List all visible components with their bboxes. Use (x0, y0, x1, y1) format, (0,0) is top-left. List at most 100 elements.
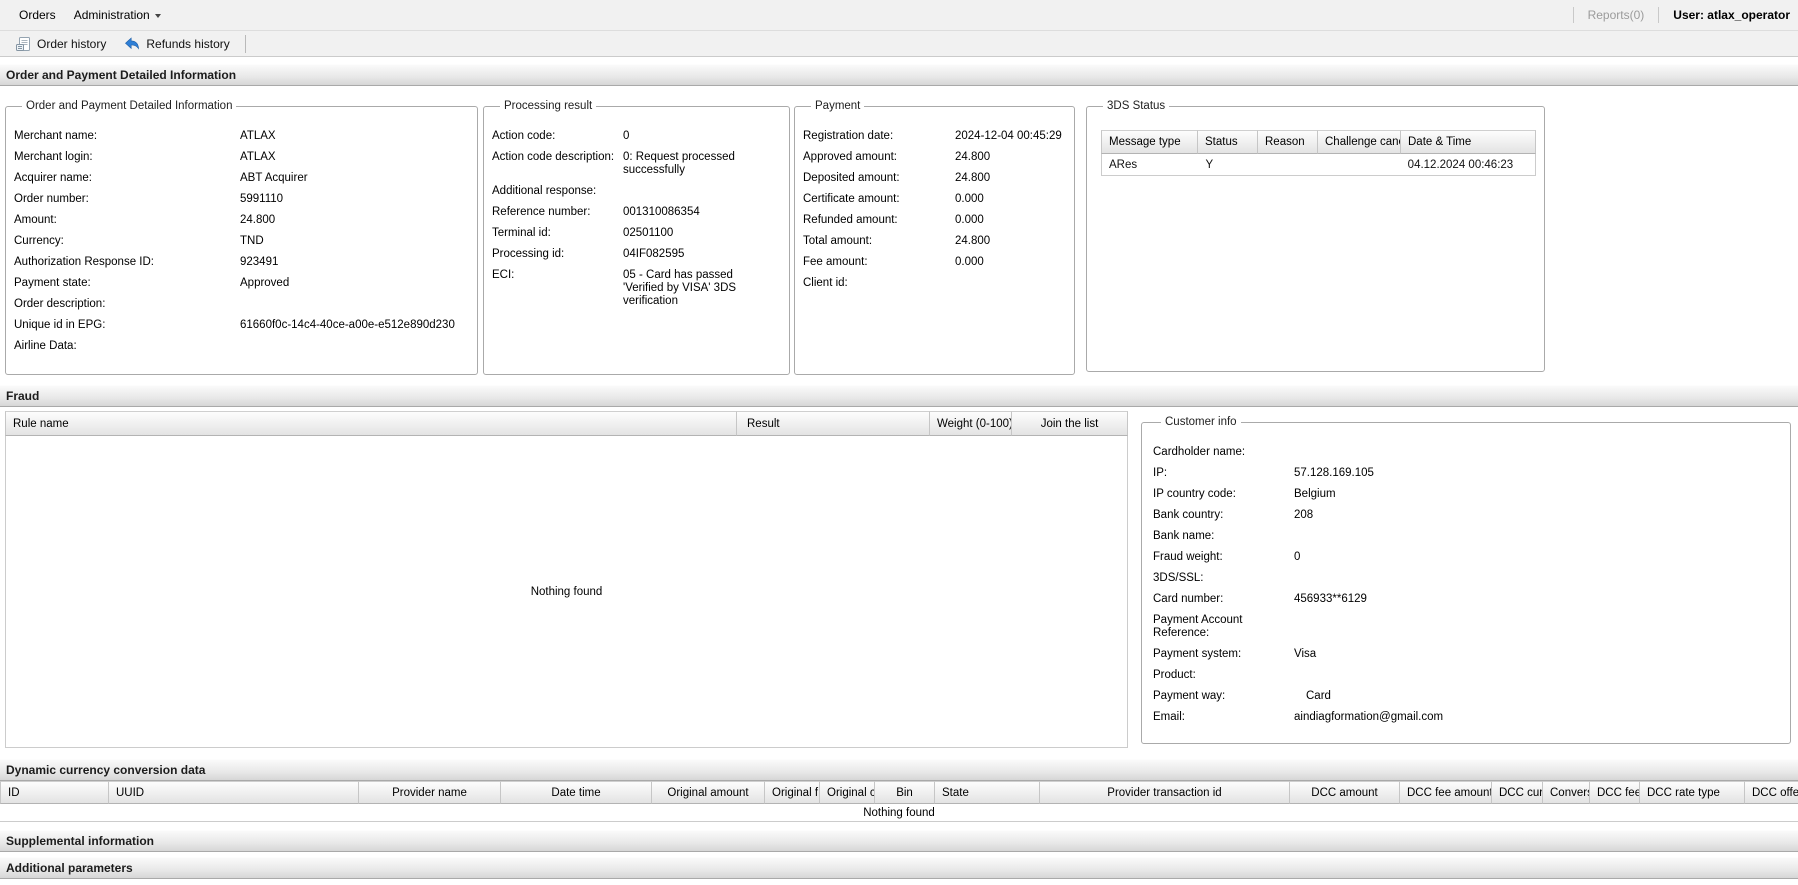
threeds-table-header: Message type Status Reason Challenge can… (1101, 130, 1536, 154)
field-row: Action code description:0: Request proce… (492, 151, 781, 177)
processing-id-value: 04IF082595 (623, 248, 684, 261)
section-header-order-payment: Order and Payment Detailed Information (0, 64, 1798, 86)
column-header: Weight (0-100) (930, 411, 1012, 436)
order-history-icon (15, 36, 31, 52)
field-row: Certificate amount:0.000 (803, 193, 1066, 206)
payment-legend: Payment (811, 100, 864, 112)
field-row: ECI:05 - Card has passed 'Verified by VI… (492, 269, 781, 308)
processing-result-panel: Processing result Action code:0 Action c… (483, 100, 790, 375)
order-detail-page: Orders Administration Reports(0) User: a… (0, 0, 1798, 885)
registration-date-value: 2024-12-04 00:45:29 (955, 130, 1062, 143)
total-amount-value: 24.800 (955, 235, 990, 248)
field-row: Total amount:24.800 (803, 235, 1066, 248)
message-type-cell: ARes (1102, 154, 1199, 175)
field-row: Merchant login:ATLAX (14, 151, 469, 164)
reference-number-value: 001310086354 (623, 206, 700, 219)
fraud-table-empty-state: Nothing found (5, 436, 1128, 748)
separator (1573, 7, 1574, 23)
customer-info-legend: Customer info (1161, 416, 1241, 428)
action-code-value: 0 (623, 130, 629, 143)
field-row: Merchant name:ATLAX (14, 130, 469, 143)
field-row: Deposited amount:24.800 (803, 172, 1066, 185)
threeds-status-panel: 3DS Status Message type Status Reason Ch… (1086, 100, 1545, 372)
menu-item-orders[interactable]: Orders (10, 8, 65, 22)
field-row: 3DS/SSL: (1153, 572, 1782, 585)
column-header: Original f (765, 781, 820, 804)
column-header: Join the list (1012, 411, 1128, 436)
email-value: aindiagformation@gmail.com (1294, 711, 1443, 724)
column-header: Original c (820, 781, 875, 804)
dcc-table-header: ID UUID Provider name Date time Original… (0, 781, 1798, 804)
separator (245, 35, 246, 53)
payment-state-value: Approved (240, 277, 289, 290)
acquirer-name-value: ABT Acquirer (240, 172, 308, 185)
datetime-cell: 04.12.2024 00:46:23 (1401, 154, 1535, 175)
column-header: Reason (1258, 130, 1318, 154)
dcc-content: ID UUID Provider name Date time Original… (0, 781, 1798, 822)
field-row: Airline Data: (14, 340, 469, 353)
column-header: Date & Time (1401, 130, 1536, 154)
section-title: Supplemental information (6, 834, 154, 848)
reports-link[interactable]: Reports(0) (1588, 8, 1645, 22)
fraud-content-row: Rule name Result Weight (0-100) Join the… (0, 407, 1798, 759)
merchant-login-value: ATLAX (240, 151, 276, 164)
field-row: Processing id:04IF082595 (492, 248, 781, 261)
field-row: Authorization Response ID:923491 (14, 256, 469, 269)
ip-value: 57.128.169.105 (1294, 467, 1374, 480)
toolbar: Order history Refunds history (0, 31, 1798, 57)
column-header: Date time (501, 781, 652, 804)
section-header-dcc: Dynamic currency conversion data (0, 759, 1798, 781)
field-row: Payment system:Visa (1153, 648, 1782, 661)
field-row: Acquirer name:ABT Acquirer (14, 172, 469, 185)
fraud-weight-value: 0 (1294, 551, 1300, 564)
field-row: Payment way:Card (1153, 690, 1782, 703)
refunded-amount-value: 0.000 (955, 214, 984, 227)
certificate-amount-value: 0.000 (955, 193, 984, 206)
menu-bar: Orders Administration Reports(0) User: a… (0, 0, 1798, 31)
action-code-description-value: 0: Request processed successfully (623, 151, 755, 177)
column-header: Status (1198, 130, 1258, 154)
field-row: Registration date:2024-12-04 00:45:29 (803, 130, 1066, 143)
menu-item-administration[interactable]: Administration (65, 8, 170, 22)
section-header-supplemental: Supplemental information (0, 830, 1798, 852)
section-title: Fraud (6, 389, 39, 403)
detail-panels-row: Order and Payment Detailed Information M… (0, 86, 1798, 382)
amount-value: 24.800 (240, 214, 275, 227)
field-row: Card number:456933**6129 (1153, 593, 1782, 606)
field-row: Bank name: (1153, 530, 1782, 543)
bank-country-value: 208 (1294, 509, 1313, 522)
field-row: Cardholder name: (1153, 446, 1782, 459)
column-header: Rule name (5, 411, 737, 436)
challenge-cancel-cell (1318, 154, 1401, 175)
column-header: DCC fee amount (1400, 781, 1492, 804)
order-history-button[interactable]: Order history (6, 33, 115, 55)
status-cell: Y (1199, 154, 1259, 175)
reason-cell (1258, 154, 1318, 175)
chevron-down-icon (155, 14, 161, 18)
field-row: Payment state:Approved (14, 277, 469, 290)
fraud-table-header: Rule name Result Weight (0-100) Join the… (5, 411, 1128, 436)
field-row: Refunded amount:0.000 (803, 214, 1066, 227)
order-info-panel: Order and Payment Detailed Information M… (5, 100, 478, 375)
order-number-value: 5991110 (240, 193, 283, 206)
deposited-amount-value: 24.800 (955, 172, 990, 185)
field-row: IP country code:Belgium (1153, 488, 1782, 501)
column-header: DCC curr (1492, 781, 1543, 804)
column-header: Message type (1101, 130, 1198, 154)
field-row: Terminal id:02501100 (492, 227, 781, 240)
processing-result-legend: Processing result (500, 100, 596, 112)
field-row: Fee amount:0.000 (803, 256, 1066, 269)
payment-way-value: Card (1294, 690, 1331, 703)
refunds-history-button[interactable]: Refunds history (115, 33, 238, 55)
card-number-value: 456933**6129 (1294, 593, 1367, 606)
column-header: Provider transaction id (1040, 781, 1290, 804)
threeds-table: Message type Status Reason Challenge can… (1101, 130, 1536, 176)
separator (1658, 7, 1659, 23)
field-row: Order number:5991110 (14, 193, 469, 206)
column-header: Result (737, 411, 930, 436)
field-row: IP:57.128.169.105 (1153, 467, 1782, 480)
field-row: Reference number:001310086354 (492, 206, 781, 219)
column-header: DCC rate type (1640, 781, 1745, 804)
merchant-name-value: ATLAX (240, 130, 276, 143)
column-header: DCC fee (1590, 781, 1640, 804)
